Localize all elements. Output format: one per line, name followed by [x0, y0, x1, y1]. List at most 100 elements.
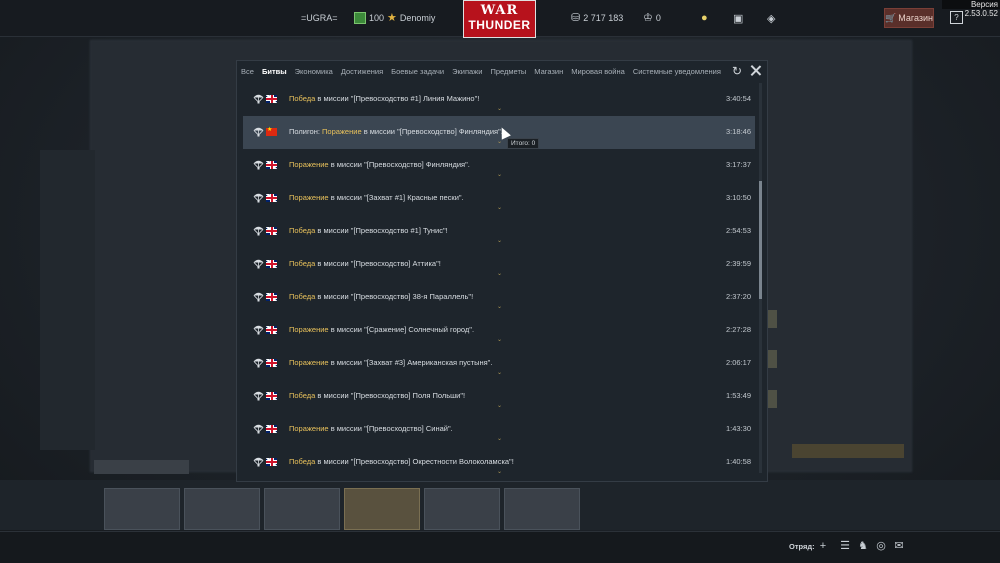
- chest-icon[interactable]: ▣: [733, 12, 743, 25]
- silver-balance[interactable]: ⛁ 2 717 183: [571, 11, 623, 25]
- uk-flag-icon: [266, 227, 277, 235]
- parachute-icon: [253, 325, 264, 335]
- tab-items[interactable]: Предметы: [490, 67, 526, 76]
- notification-time: 3:18:46: [725, 127, 751, 136]
- expand-chevron-icon[interactable]: ⌄: [497, 172, 502, 178]
- notification-message: Поражение в миссии "[Превосходство] Сина…: [289, 424, 453, 433]
- tab-achievements[interactable]: Достижения: [341, 67, 383, 76]
- expand-chevron-icon[interactable]: ⌄: [497, 238, 502, 244]
- lightbulb-icon[interactable]: ●: [701, 12, 708, 24]
- expand-chevron-icon[interactable]: ⌄: [497, 106, 502, 112]
- parachute-icon: [253, 193, 264, 203]
- notification-message: Победа в миссии "[Превосходство] 38-я Па…: [289, 292, 473, 301]
- battle-result: Поражение: [289, 424, 329, 433]
- notification-time: 2:27:28: [725, 325, 751, 334]
- coupon-icon[interactable]: ◈: [767, 12, 775, 25]
- plus-icon[interactable]: +: [817, 540, 829, 552]
- contacts-icon[interactable]: ♞: [857, 540, 869, 552]
- battle-result: Победа: [289, 391, 316, 400]
- notification-row[interactable]: Победа в миссии "[Превосходство] Аттика"…: [243, 248, 755, 281]
- help-icon[interactable]: ?: [950, 11, 963, 24]
- war-thunder-logo[interactable]: WAR THUNDER: [463, 0, 536, 38]
- star-icon: ★: [387, 12, 397, 24]
- uk-flag-icon: [266, 95, 277, 103]
- notification-message: Поражение в миссии "[Захват #3] Американ…: [289, 358, 492, 367]
- mail-icon[interactable]: ✉: [893, 540, 905, 552]
- battle-result: Победа: [289, 292, 316, 301]
- notification-row[interactable]: Поражение в миссии "[Превосходство] Финл…: [243, 149, 755, 182]
- notification-time: 3:40:54: [725, 94, 751, 103]
- mission-text: в миссии "[Превосходство] Аттика"!: [315, 259, 441, 268]
- notification-row[interactable]: Победа в миссии "[Превосходство] 38-я Па…: [243, 281, 755, 314]
- notification-row[interactable]: Победа в миссии "[Превосходство] Окрестн…: [243, 446, 755, 479]
- tab-world-war[interactable]: Мировая война: [571, 67, 625, 76]
- notification-list: Победа в миссии "[Превосходство #1] Лини…: [243, 83, 755, 481]
- scrollbar-thumb[interactable]: [759, 181, 762, 299]
- close-icon[interactable]: [749, 64, 762, 77]
- uk-flag-icon: [266, 458, 277, 466]
- logo-line2: THUNDER: [468, 18, 531, 32]
- expand-chevron-icon[interactable]: ⌄: [497, 337, 502, 343]
- tab-system-notifications[interactable]: Системные уведомления: [633, 67, 721, 76]
- china-flag-icon: [266, 126, 277, 136]
- tab-battles[interactable]: Битвы: [262, 67, 287, 76]
- reload-icon[interactable]: ↻: [731, 65, 743, 77]
- notification-prefix: Полигон:: [289, 127, 323, 136]
- notification-row[interactable]: Поражение в миссии "[Захват #3] Американ…: [243, 347, 755, 380]
- mission-text: в миссии "[Захват #1] Красные пески".: [328, 193, 464, 202]
- notification-row[interactable]: Поражение в миссии "[Превосходство] Сина…: [243, 413, 755, 446]
- tab-shop[interactable]: Магазин: [534, 67, 563, 76]
- notification-time: 2:06:17: [725, 358, 751, 367]
- expand-chevron-icon[interactable]: ⌄: [497, 403, 502, 409]
- notification-time: 3:17:37: [725, 160, 751, 169]
- scrollbar[interactable]: [759, 83, 762, 473]
- notification-time: 3:10:50: [725, 193, 751, 202]
- background-sidebar: [40, 150, 95, 450]
- expand-chevron-icon[interactable]: ⌄: [497, 469, 502, 475]
- silver-icon: ⛁: [571, 12, 581, 24]
- tab-battle-tasks[interactable]: Боевые задачи: [391, 67, 444, 76]
- shop-button[interactable]: 🛒 Магазин: [884, 8, 934, 28]
- vehicle-card: [184, 488, 260, 530]
- expand-chevron-icon[interactable]: ⌄: [497, 271, 502, 277]
- tab-crews[interactable]: Экипажи: [452, 67, 482, 76]
- notification-message: Полигон: Поражение в миссии "[Превосходс…: [289, 127, 503, 136]
- vehicle-card: [504, 488, 580, 530]
- expand-chevron-icon[interactable]: ⌄: [497, 370, 502, 376]
- notification-row[interactable]: Победа в миссии "[Превосходство #1] Туни…: [243, 215, 755, 248]
- expand-chevron-icon[interactable]: ⌄: [497, 205, 502, 211]
- tab-all[interactable]: Все: [241, 67, 254, 76]
- notification-row[interactable]: Поражение в миссии "[Захват #1] Красные …: [243, 182, 755, 215]
- notification-row[interactable]: Победа в миссии "[Превосходство] Поля По…: [243, 380, 755, 413]
- mission-text: в миссии "[Превосходство] Поля Польши"!: [315, 391, 466, 400]
- uk-flag-icon: [266, 326, 277, 334]
- battle-result: Поражение: [289, 160, 329, 169]
- expand-chevron-icon[interactable]: ⌄: [497, 139, 502, 145]
- notification-message: Победа в миссии "[Превосходство] Аттика"…: [289, 259, 441, 268]
- notification-message: Поражение в миссии "[Сражение] Солнечный…: [289, 325, 474, 334]
- version-label: Версия 2.53.0.52: [942, 0, 1000, 18]
- tab-economy[interactable]: Экономика: [295, 67, 333, 76]
- expand-chevron-icon[interactable]: ⌄: [497, 304, 502, 310]
- squadron-tag[interactable]: =UGRA=: [301, 11, 338, 25]
- logo-line1: WAR: [480, 3, 519, 18]
- battle-result: Победа: [289, 259, 316, 268]
- uk-flag-icon: [266, 194, 277, 202]
- uk-flag-icon: [266, 392, 277, 400]
- mission-text: в миссии "[Превосходство] Окрестности Во…: [315, 457, 514, 466]
- notification-time: 1:43:30: [725, 424, 751, 433]
- gold-balance[interactable]: 100 ★ Denomiy: [354, 11, 435, 25]
- mission-text: в миссии "[Превосходство #1] Тунис"!: [315, 226, 448, 235]
- parachute-icon: [253, 391, 264, 401]
- notification-time: 1:40:58: [725, 457, 751, 466]
- notification-row[interactable]: Поражение в миссии "[Сражение] Солнечный…: [243, 314, 755, 347]
- notification-message: Победа в миссии "[Превосходство #1] Лини…: [289, 94, 479, 103]
- chat-icon[interactable]: ◎: [875, 540, 887, 552]
- notification-row[interactable]: Победа в миссии "[Превосходство #1] Лини…: [243, 83, 755, 116]
- list-icon[interactable]: ☰: [839, 540, 851, 552]
- parachute-icon: [253, 259, 264, 269]
- expand-chevron-icon[interactable]: ⌄: [497, 436, 502, 442]
- battle-result: Победа: [289, 94, 316, 103]
- uk-flag-icon: [266, 359, 277, 367]
- research-balance[interactable]: ♔ 0: [643, 11, 661, 25]
